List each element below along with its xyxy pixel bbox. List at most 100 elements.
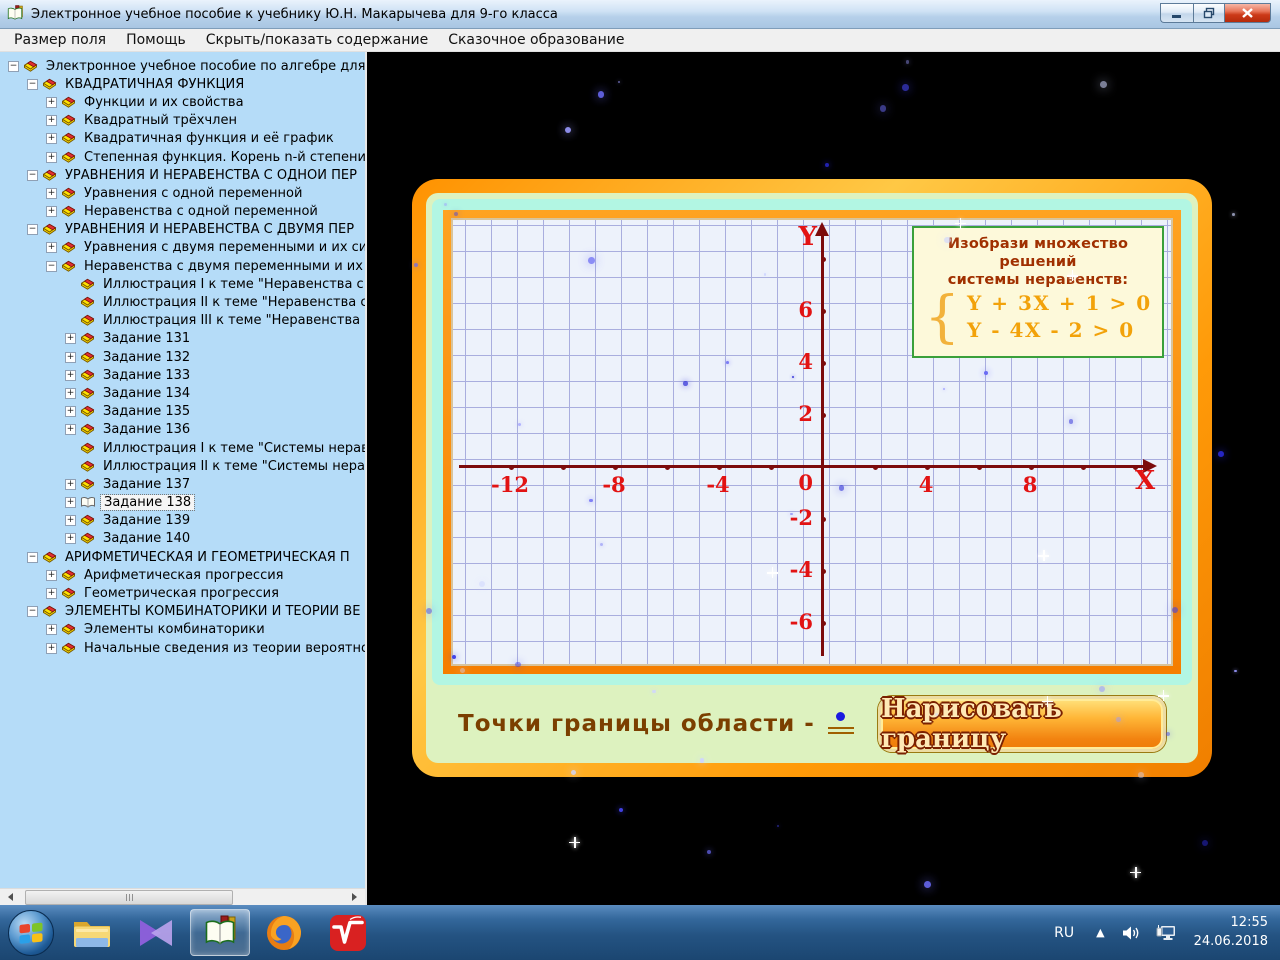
minimize-button[interactable]	[1160, 3, 1193, 23]
tree-item[interactable]: − Неравенства с двумя переменными и их си	[0, 257, 365, 275]
expand-icon[interactable]: +	[65, 352, 76, 363]
coordinate-plane[interactable]: X Y 0 Изобрази множество решений системы…	[451, 218, 1173, 666]
expand-icon[interactable]: +	[46, 570, 57, 581]
tree-item[interactable]: + Задание 139	[0, 512, 365, 530]
tree-item-label: Геометрическая прогрессия	[81, 586, 282, 601]
tree-item[interactable]: +Уравнения с одной переменной	[0, 184, 365, 202]
draw-boundary-button[interactable]: Нарисовать границу	[878, 696, 1166, 752]
expand-icon[interactable]: +	[46, 188, 57, 199]
expand-icon[interactable]: +	[65, 424, 76, 435]
sparkle-star	[1158, 690, 1169, 701]
language-indicator[interactable]: RU	[1042, 925, 1086, 941]
tree-item-label: Задание 139	[100, 513, 193, 528]
tree-item[interactable]: +Задание 134	[0, 384, 365, 402]
y-tick-dot	[821, 517, 826, 522]
scroll-track[interactable]	[17, 889, 348, 905]
tree-item[interactable]: +Начальные сведения из теории вероятнос	[0, 639, 365, 657]
tree-item[interactable]: −УРАВНЕНИЯ И НЕРАВЕНСТВА С ДВУМЯ ПЕР	[0, 221, 365, 239]
network-icon[interactable]	[1148, 924, 1184, 942]
tree-item[interactable]: +Задание 132	[0, 348, 365, 366]
expand-icon[interactable]: +	[65, 497, 76, 508]
close-button[interactable]	[1225, 3, 1271, 23]
scroll-right-arrow[interactable]	[348, 889, 365, 906]
collapse-icon[interactable]: −	[27, 606, 38, 617]
collapse-icon[interactable]: −	[27, 552, 38, 563]
taskbar-app-explorer[interactable]	[62, 909, 122, 956]
tree-item[interactable]: +Степенная функция. Корень n-й степени	[0, 148, 365, 166]
tree-item[interactable]: Иллюстрация III к теме "Неравенства с д	[0, 312, 365, 330]
tree-item[interactable]: −ЭЛЕМЕНТЫ КОМБИНАТОРИКИ И ТЕОРИИ ВЕ	[0, 603, 365, 621]
start-button[interactable]	[8, 910, 54, 956]
tree-item[interactable]: +Задание 137	[0, 475, 365, 493]
expand-icon[interactable]: +	[46, 624, 57, 635]
expand-icon[interactable]: +	[46, 115, 57, 126]
tree-item[interactable]: +Задание 133	[0, 366, 365, 384]
tree-item-label: Неравенства с двумя переменными и их си	[81, 259, 365, 274]
tree-item[interactable]: +Квадратичная функция и её график	[0, 130, 365, 148]
expand-icon[interactable]: +	[65, 515, 76, 526]
menu-item-2[interactable]: Помощь	[116, 30, 196, 50]
tree-item[interactable]: +Неравенства с одной переменной	[0, 203, 365, 221]
tree-item[interactable]: −КВАДРАТИЧНАЯ ФУНКЦИЯ	[0, 75, 365, 93]
clock[interactable]: 12:55 24.06.2018	[1184, 914, 1280, 952]
tree-item[interactable]: −Электронное учебное пособие по алгебре …	[0, 57, 365, 75]
scroll-thumb[interactable]	[25, 890, 233, 905]
tree-item[interactable]: +Задание 136	[0, 421, 365, 439]
menu-item-1[interactable]: Размер поля	[4, 30, 116, 50]
menu-item-3[interactable]: Скрыть/показать содержание	[196, 30, 438, 50]
restore-button[interactable]	[1193, 3, 1225, 23]
expand-icon[interactable]: +	[46, 97, 57, 108]
taskbar-app-ebook-app[interactable]	[190, 909, 250, 956]
tree-item[interactable]: −АРИФМЕТИЧЕСКАЯ И ГЕОМЕТРИЧЕСКАЯ П	[0, 548, 365, 566]
taskbar-app-kmplayer[interactable]	[126, 909, 186, 956]
tree-item[interactable]: +Уравнения с двумя переменными и их сист	[0, 239, 365, 257]
taskbar-app-red-app[interactable]	[318, 909, 378, 956]
tree-item[interactable]: +Задание 135	[0, 403, 365, 421]
volume-icon[interactable]	[1115, 925, 1148, 941]
tree-item[interactable]: +Арифметическая прогрессия	[0, 566, 365, 584]
tree-item[interactable]: Иллюстрация II к теме "Неравенства с д	[0, 293, 365, 311]
expand-icon[interactable]: +	[46, 588, 57, 599]
tree-item[interactable]: + Геометрическая прогрессия	[0, 584, 365, 602]
tree-item[interactable]: +Элементы комбинаторики	[0, 621, 365, 639]
tree-item[interactable]: Иллюстрация I к теме "Неравенства с дв	[0, 275, 365, 293]
collapse-icon[interactable]: −	[27, 170, 38, 181]
star-dot	[460, 668, 465, 673]
expand-icon[interactable]: +	[65, 388, 76, 399]
tree-item-label: Иллюстрация I к теме "Системы неравен	[100, 441, 365, 456]
x-tick-dot	[717, 465, 722, 470]
expand-icon[interactable]: +	[46, 133, 57, 144]
scroll-left-arrow[interactable]	[0, 889, 17, 906]
expand-icon[interactable]: +	[46, 643, 57, 654]
horizontal-scrollbar[interactable]	[0, 888, 365, 905]
show-hidden-icons-arrow[interactable]: ▲	[1086, 926, 1114, 939]
tree-item[interactable]: +Задание 140	[0, 530, 365, 548]
book-closed-icon	[80, 314, 95, 327]
tree-item[interactable]: Иллюстрация I к теме "Системы неравен	[0, 439, 365, 457]
expand-icon[interactable]: +	[65, 479, 76, 490]
collapse-icon[interactable]: −	[27, 224, 38, 235]
tree-item[interactable]: +Квадратный трёхчлен	[0, 112, 365, 130]
collapse-icon[interactable]: −	[8, 61, 19, 72]
tree-item[interactable]: +Задание 131	[0, 330, 365, 348]
expand-icon[interactable]: +	[46, 152, 57, 163]
contents-tree-panel: −Электронное учебное пособие по алгебре …	[0, 52, 367, 905]
collapse-icon[interactable]: −	[46, 261, 57, 272]
x-axis-label: X	[1135, 466, 1155, 496]
y-axis	[821, 228, 824, 656]
expand-icon[interactable]: +	[65, 370, 76, 381]
tree-item[interactable]: +Функции и их свойства	[0, 93, 365, 111]
menu-item-4[interactable]: Сказочное образование	[438, 30, 634, 50]
taskbar-app-firefox[interactable]	[254, 909, 314, 956]
tree-item-label: Иллюстрация II к теме "Неравенства с д	[100, 295, 365, 310]
expand-icon[interactable]: +	[65, 333, 76, 344]
tree-item-selected[interactable]: +Задание 138	[0, 494, 365, 512]
star-dot	[825, 163, 829, 167]
expand-icon[interactable]: +	[46, 206, 57, 217]
expand-icon[interactable]: +	[65, 533, 76, 544]
collapse-icon[interactable]: −	[27, 79, 38, 90]
tree-item[interactable]: Иллюстрация II к теме "Системы нераве	[0, 457, 365, 475]
expand-icon[interactable]: +	[46, 242, 57, 253]
tree-item[interactable]: −УРАВНЕНИЯ И НЕРАВЕНСТВА С ОДНОЙ ПЕР	[0, 166, 365, 184]
expand-icon[interactable]: +	[65, 406, 76, 417]
